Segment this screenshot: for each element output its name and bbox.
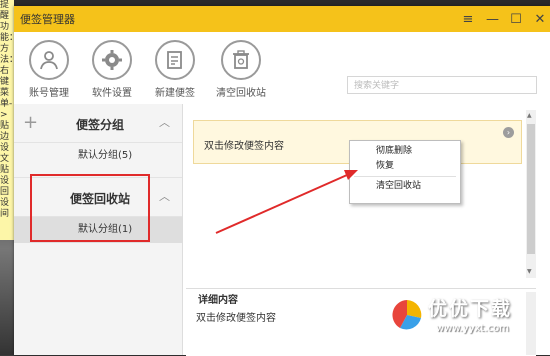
settings-button[interactable]: 软件设置 — [82, 40, 142, 99]
background-note-line: 设 — [0, 198, 10, 208]
background-note-line: 设 — [0, 143, 10, 153]
maximize-icon[interactable]: ☐ — [510, 12, 522, 27]
user-icon — [29, 40, 69, 80]
chevron-up-icon[interactable]: ︿ — [159, 188, 170, 204]
title-bar[interactable]: 便签管理器 ≡ — ☐ ✕ — [14, 6, 550, 32]
watermark-title: 优优下载 — [428, 298, 513, 320]
background-note: 提醒功能：方法：右键菜单->贴边 设 文 贴 设 回 设 间 — [0, 0, 14, 240]
scroll-down-icon[interactable]: ▼ — [527, 268, 532, 275]
window-title: 便签管理器 — [20, 13, 75, 26]
search-input[interactable]: 搜索关键字 — [347, 76, 537, 94]
gear-icon — [92, 40, 132, 80]
menu-divider — [354, 176, 456, 177]
scroll-up-icon[interactable]: ▲ — [527, 112, 532, 119]
notes-group-title: 便签分组 — [76, 118, 125, 132]
menu-item-empty-recycle-bin[interactable]: 清空回收站 — [350, 179, 460, 194]
context-menu: 彻底删除 恢复 清空回收站 — [349, 140, 461, 204]
highlight-box — [30, 174, 150, 242]
settings-button-label: 软件设置 — [92, 88, 132, 99]
empty-recycle-button[interactable]: 清空回收站 — [211, 40, 271, 99]
empty-recycle-button-label: 清空回收站 — [216, 88, 266, 99]
chevron-right-icon[interactable]: › — [503, 127, 514, 138]
chevron-up-icon[interactable]: ︿ — [159, 114, 170, 130]
background-note-line: 贴 — [0, 165, 10, 175]
sidebar-item-default-group[interactable]: 默认分组(5) — [14, 143, 182, 169]
background-note-line: 设 — [0, 176, 10, 186]
notes-group-header[interactable]: + 便签分组 ︿ — [14, 104, 182, 143]
menu-item-delete-permanently[interactable]: 彻底删除 — [350, 144, 460, 159]
menu-icon[interactable]: ≡ — [462, 12, 474, 27]
background-note-line: 提醒功能：方法：右键菜单->贴边 — [0, 0, 14, 142]
window-controls: ≡ — ☐ ✕ — [462, 6, 546, 32]
close-icon[interactable]: ✕ — [534, 12, 546, 27]
toolbar: 账号管理 软件设置 新建便签 清空回收站 搜索关键字 — [14, 32, 550, 104]
account-button[interactable]: 账号管理 — [19, 40, 79, 99]
new-note-icon — [155, 40, 195, 80]
note-list-scrollbar[interactable]: ▲ ▼ — [526, 110, 536, 278]
pie-logo-icon — [392, 300, 422, 330]
new-note-button-label: 新建便签 — [155, 88, 195, 99]
recycle-bin-icon — [221, 40, 261, 80]
minimize-icon[interactable]: — — [486, 12, 499, 27]
scrollbar-thumb[interactable] — [527, 124, 535, 254]
new-note-button[interactable]: 新建便签 — [145, 40, 205, 99]
account-button-label: 账号管理 — [29, 88, 69, 99]
background-note-line: 间 — [0, 209, 10, 219]
menu-item-restore[interactable]: 恢复 — [350, 159, 460, 174]
background-note-line: 文 — [0, 154, 10, 164]
watermark-logo: 优优下载 www.yyxt.com — [388, 290, 548, 350]
background-note-line: 回 — [0, 187, 10, 197]
watermark-url: www.yyxt.com — [436, 323, 510, 334]
add-group-icon[interactable]: + — [23, 112, 38, 133]
note-text: 双击修改便签内容 — [204, 141, 284, 152]
